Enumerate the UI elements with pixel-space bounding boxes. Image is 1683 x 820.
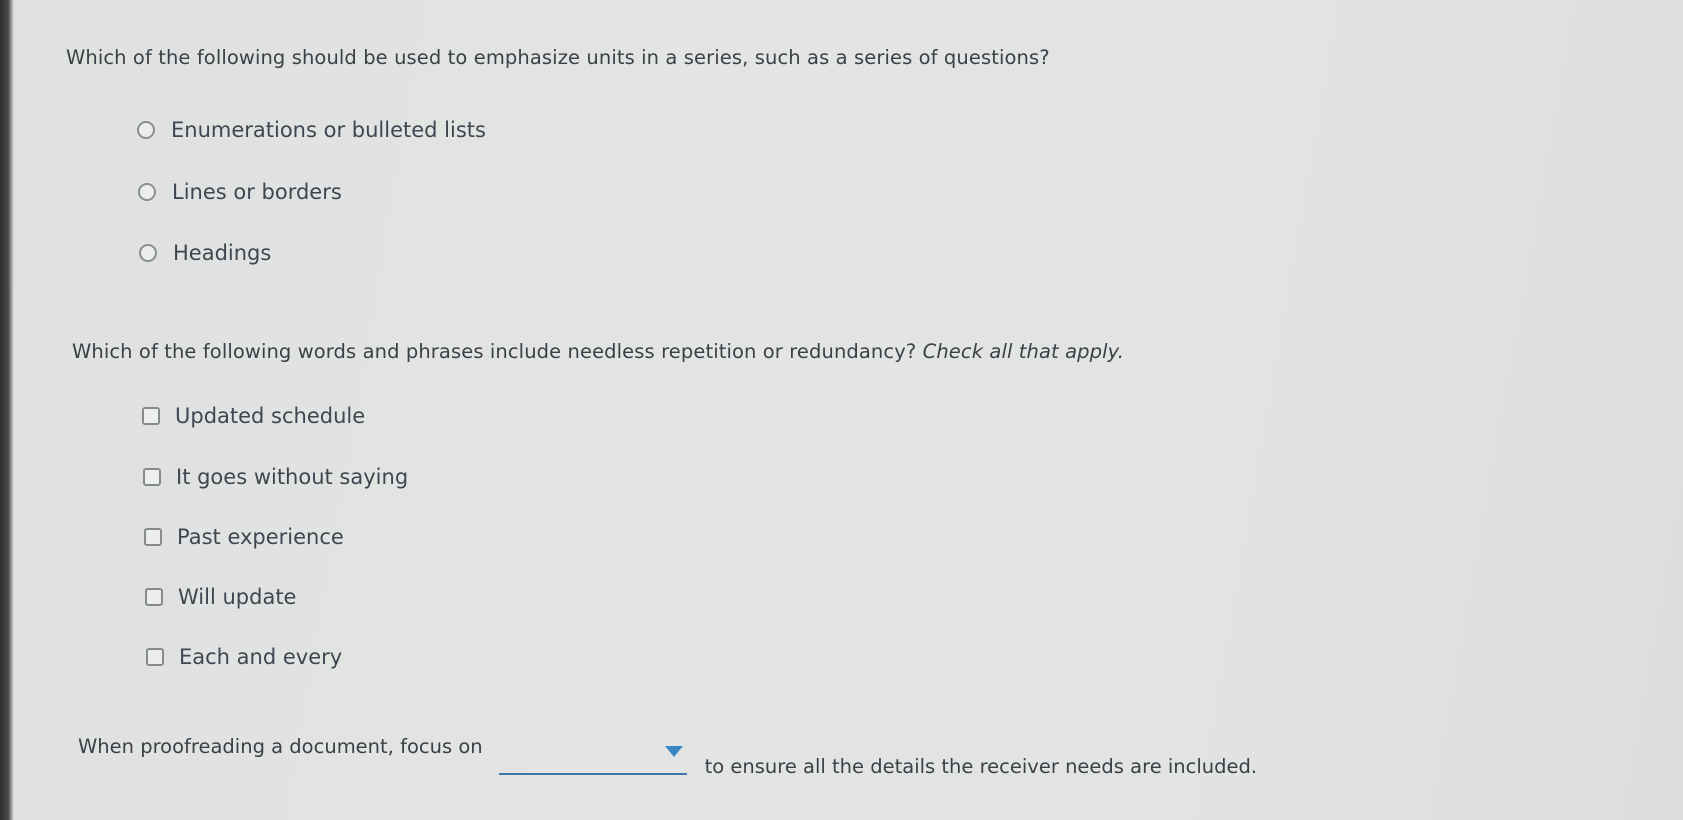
question-3-after-text: to ensure all the details the receiver n…	[704, 755, 1258, 778]
option-label: Each and every	[179, 645, 343, 669]
radio-option-headings[interactable]: Headings	[139, 241, 271, 265]
radio-button[interactable]	[137, 121, 155, 139]
radio-option-lines-borders[interactable]: Lines or borders	[138, 180, 342, 204]
option-label: Lines or borders	[172, 180, 342, 204]
option-label: It goes without saying	[176, 465, 409, 489]
caret-down-icon[interactable]	[664, 746, 683, 757]
radio-button[interactable]	[139, 244, 157, 262]
question-2-prompt: Which of the following words and phrases…	[72, 340, 1124, 363]
checkbox[interactable]	[142, 407, 160, 425]
checkbox[interactable]	[143, 468, 161, 486]
option-label: Will update	[178, 585, 297, 609]
screen-bezel	[0, 0, 14, 820]
checkbox-option-will-update[interactable]: Will update	[145, 585, 296, 609]
checkbox-option-each-and-every[interactable]: Each and every	[146, 645, 342, 669]
answer-dropdown[interactable]	[498, 739, 687, 775]
checkbox-option-past-experience[interactable]: Past experience	[144, 525, 344, 549]
question-1-text: Which of the following should be used to…	[66, 46, 1050, 69]
option-label: Headings	[173, 241, 272, 265]
option-label: Past experience	[177, 525, 344, 549]
option-label: Updated schedule	[175, 404, 366, 428]
checkbox-option-updated-schedule[interactable]: Updated schedule	[142, 404, 365, 428]
radio-button[interactable]	[138, 183, 156, 201]
question-2-text: Which of the following words and phrases…	[72, 340, 917, 363]
checkbox-option-goes-without-saying[interactable]: It goes without saying	[143, 465, 408, 489]
question-3-fill-in: When proofreading a document, focus on t…	[78, 735, 1257, 778]
checkbox[interactable]	[146, 648, 164, 666]
question-1-prompt: Which of the following should be used to…	[66, 46, 1050, 69]
question-2-instruction: Check all that apply.	[922, 340, 1125, 363]
radio-option-enumerations[interactable]: Enumerations or bulleted lists	[137, 118, 486, 142]
checkbox[interactable]	[144, 528, 162, 546]
question-3-before-text: When proofreading a document, focus on	[78, 735, 483, 758]
checkbox[interactable]	[145, 588, 163, 606]
option-label: Enumerations or bulleted lists	[171, 118, 486, 142]
